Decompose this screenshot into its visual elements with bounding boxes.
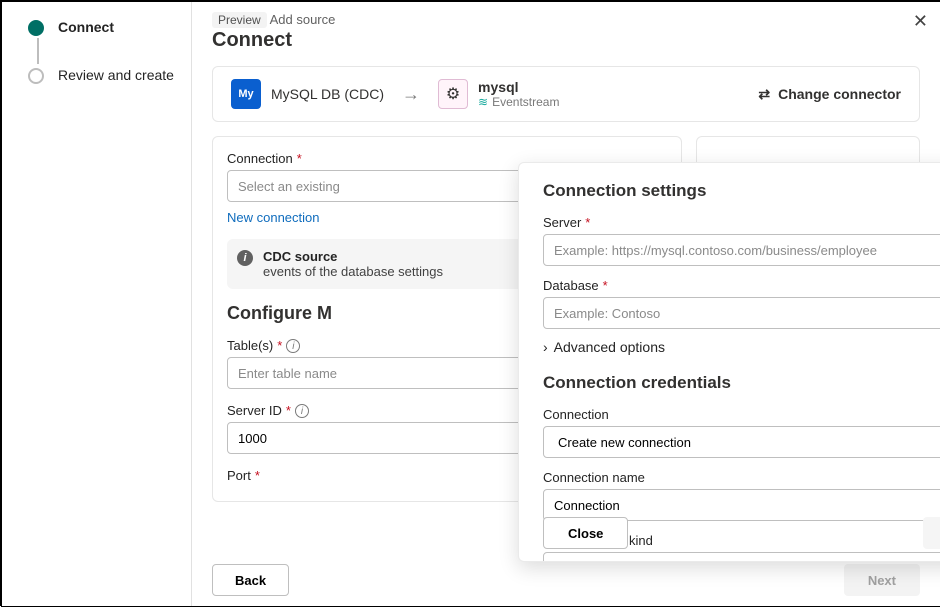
connection-field-label: Connection bbox=[227, 151, 293, 166]
advanced-options-label: Advanced options bbox=[554, 339, 665, 355]
info-icon[interactable]: i bbox=[286, 339, 300, 353]
change-connector-button[interactable]: ⇄ Change connector bbox=[758, 86, 901, 103]
step-dot-active bbox=[28, 20, 44, 36]
port-label: Port bbox=[227, 468, 251, 483]
swap-icon: ⇄ bbox=[758, 86, 770, 103]
close-button[interactable]: Close bbox=[543, 517, 628, 549]
serverid-label: Server ID bbox=[227, 403, 282, 418]
info-icon[interactable]: i bbox=[295, 404, 309, 418]
step-connect[interactable]: Connect bbox=[28, 18, 179, 66]
source-connector: My MySQL DB (CDC) bbox=[231, 79, 384, 109]
next-button[interactable]: Next bbox=[844, 564, 920, 596]
required-marker: * bbox=[286, 403, 291, 418]
required-marker: * bbox=[255, 468, 260, 483]
arrow-right-icon: → bbox=[402, 84, 420, 105]
eventstream-icon: ⚙︎ bbox=[438, 79, 468, 109]
dest-connector: ⚙︎ mysql ≋ Eventstream bbox=[438, 79, 559, 109]
connector-banner: My MySQL DB (CDC) → ⚙︎ mysql ≋ Eventstre… bbox=[212, 66, 920, 122]
change-connector-label: Change connector bbox=[778, 86, 901, 102]
step-review[interactable]: Review and create bbox=[28, 66, 179, 84]
required-marker: * bbox=[585, 215, 590, 230]
stepper: Connect Review and create bbox=[2, 2, 192, 606]
step-dot bbox=[28, 68, 44, 84]
back-button[interactable]: Back bbox=[212, 564, 289, 596]
breadcrumb-trail: Add source bbox=[270, 12, 336, 27]
connection-name-label: Connection name bbox=[543, 470, 645, 485]
required-marker: * bbox=[277, 338, 282, 353]
connection-dropdown-label: Connection bbox=[543, 407, 609, 422]
stream-icon: ≋ bbox=[478, 95, 488, 109]
required-marker: * bbox=[297, 151, 302, 166]
auth-kind-dropdown[interactable]: Basic bbox=[543, 552, 940, 561]
server-label: Server bbox=[543, 215, 581, 230]
required-marker: * bbox=[603, 278, 608, 293]
close-icon[interactable]: ✕ bbox=[907, 10, 934, 33]
connection-settings-flyout: Connection settings Server * Database * bbox=[518, 162, 940, 562]
advanced-options-toggle[interactable]: › Advanced options bbox=[543, 339, 940, 355]
connect-button[interactable]: Connect bbox=[923, 517, 940, 549]
breadcrumb: Preview Add source bbox=[212, 12, 920, 27]
preview-badge: Preview bbox=[212, 12, 267, 28]
database-input[interactable] bbox=[543, 297, 940, 329]
server-input[interactable] bbox=[543, 234, 940, 266]
connection-credentials-heading: Connection credentials bbox=[543, 373, 940, 393]
dest-sub: Eventstream bbox=[492, 95, 559, 109]
main-panel: Preview Add source Connect ✕ My MySQL DB… bbox=[192, 2, 940, 606]
info-icon: i bbox=[237, 250, 253, 266]
dest-name: mysql bbox=[478, 79, 559, 95]
tables-label: Table(s) bbox=[227, 338, 273, 353]
step-line bbox=[37, 38, 39, 64]
step-label: Connect bbox=[58, 18, 114, 36]
chevron-right-icon: › bbox=[543, 339, 548, 355]
source-name: MySQL DB (CDC) bbox=[271, 86, 384, 102]
database-label: Database bbox=[543, 278, 599, 293]
connection-dropdown[interactable]: Create new connection bbox=[543, 426, 940, 458]
step-label: Review and create bbox=[58, 66, 174, 84]
mysql-icon: My bbox=[231, 79, 261, 109]
connection-settings-heading: Connection settings bbox=[543, 181, 940, 201]
page-title: Connect bbox=[212, 29, 920, 52]
